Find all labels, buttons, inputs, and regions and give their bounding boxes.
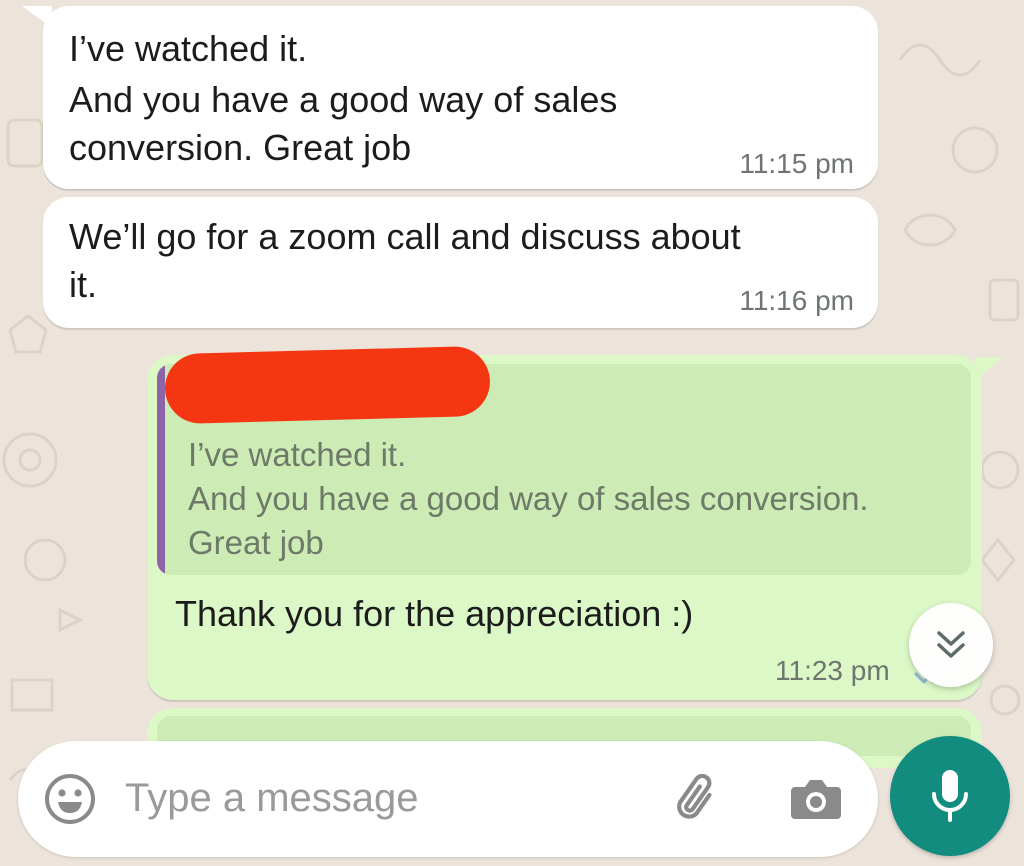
message-input[interactable]: Type a message [125,776,419,821]
incoming-message[interactable]: We’ll go for a zoom call and discuss abo… [43,197,878,328]
message-time: 11:23 pm [775,655,890,687]
attach-button[interactable] [668,769,728,829]
camera-button[interactable] [786,769,846,829]
quote-accent-bar [157,364,165,575]
message-line: We’ll go for a zoom call and discuss abo… [69,211,741,262]
redaction-mark [164,346,491,424]
message-composer[interactable]: Type a message [18,741,878,857]
double-chevron-down-icon [931,627,971,663]
message-time: 11:16 pm [739,285,854,317]
voice-record-button[interactable] [890,736,1010,856]
quote-line: And you have a good way of sales convers… [188,480,869,518]
message-text: Thank you for the appreciation :) [175,588,693,639]
message-line: And you have a good way of sales [69,74,617,125]
bubble-tail [975,357,1003,381]
bubble-tail [22,6,52,28]
message-line: it. [69,259,97,310]
incoming-message[interactable]: I’ve watched it. And you have a good way… [43,6,878,189]
paperclip-icon [670,771,726,827]
message-time: 11:15 pm [739,148,854,180]
quote-line: Great job [188,524,324,562]
scroll-to-bottom-button[interactable] [909,603,993,687]
message-line: I’ve watched it. [69,23,307,74]
emoji-button[interactable] [42,771,98,827]
microphone-icon [928,766,972,826]
smiley-icon [43,772,97,826]
quote-line: I’ve watched it. [188,436,406,474]
message-line: conversion. Great job [69,122,411,173]
camera-icon [789,775,843,823]
